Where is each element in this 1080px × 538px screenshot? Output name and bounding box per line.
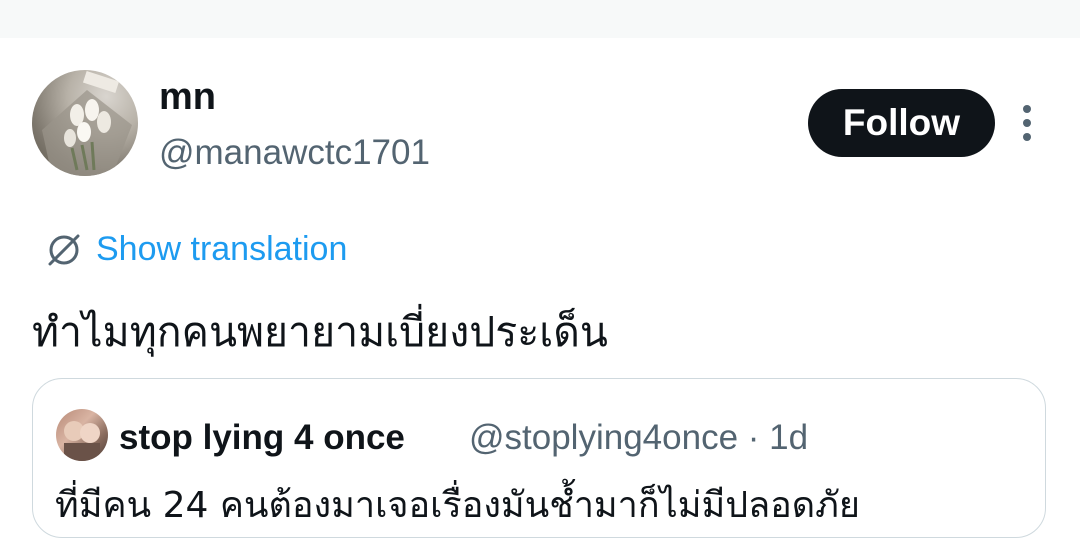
follow-button[interactable]: Follow [808, 89, 995, 157]
avatar-flowers-image [42, 71, 132, 176]
quoted-author-name: stop lying 4 once [119, 418, 405, 457]
quoted-avatar[interactable] [56, 409, 108, 461]
globe-translate-icon [44, 230, 84, 270]
avatar[interactable] [32, 70, 138, 176]
top-bar [0, 0, 1080, 38]
more-options-icon[interactable] [1010, 103, 1044, 145]
quoted-tweet-card[interactable]: stop lying 4 once @stoplying4once · 1d ท… [32, 378, 1046, 538]
post-text: ทำไมทุกคนพยายามเบี่ยงประเด็น [32, 308, 608, 356]
author-handle[interactable]: @manawctc1701 [159, 132, 430, 174]
show-translation-link[interactable]: Show translation [96, 228, 347, 270]
quoted-author-handle-time: @stoplying4once · 1d [469, 418, 809, 457]
author-name[interactable]: mn [159, 74, 216, 120]
quoted-tweet-text: ที่มีคน 24 คนต้องมาเจอเรื่องมันช้ำมาก็ไม… [55, 485, 860, 526]
